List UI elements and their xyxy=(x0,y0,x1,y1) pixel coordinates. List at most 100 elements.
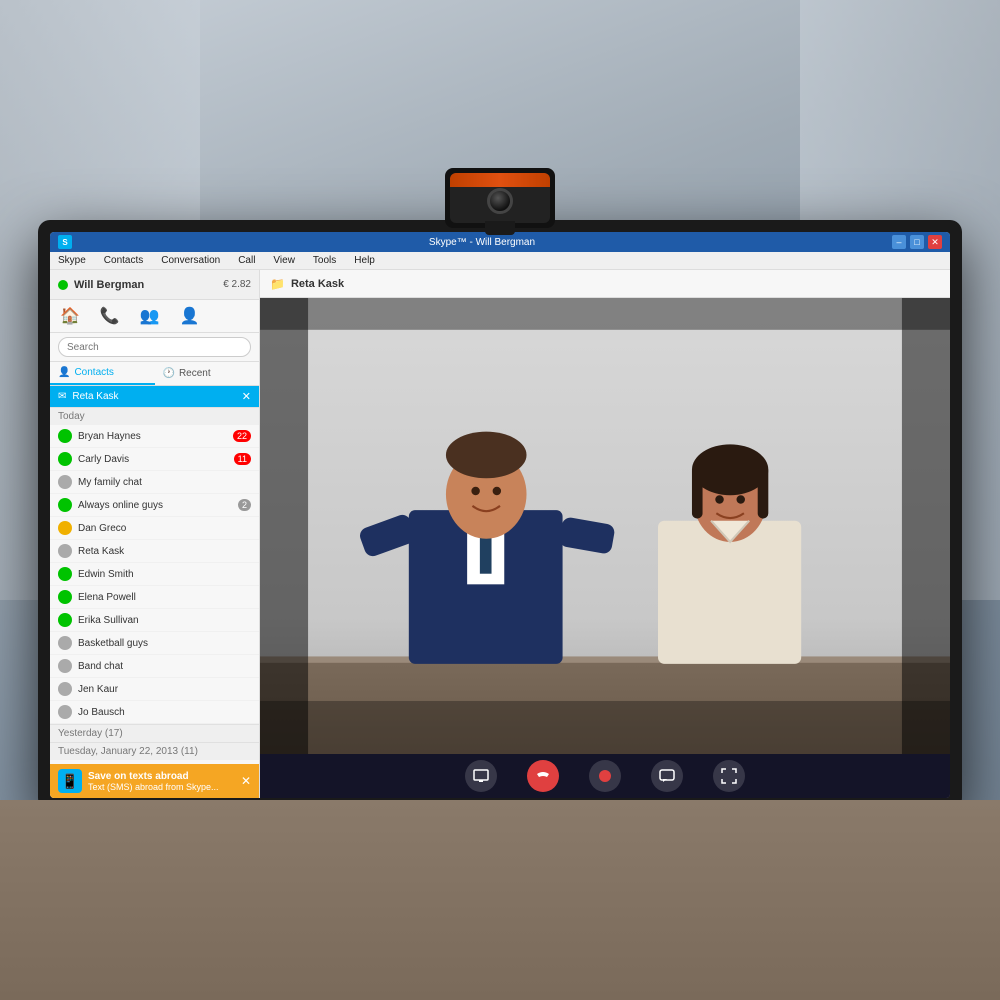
section-yesterday: Yesterday (17) xyxy=(50,724,259,742)
video-scene xyxy=(260,298,950,754)
contact-name-reta-kask: Reta Kask xyxy=(78,546,124,557)
contact-name-bryan-haynes: Bryan Haynes xyxy=(78,431,141,442)
menu-skype[interactable]: Skype xyxy=(54,253,90,268)
notif-text: Save on texts abroad Text (SMS) abroad f… xyxy=(88,771,235,792)
record-dot xyxy=(599,770,611,782)
contact-basketball-guys[interactable]: Basketball guys xyxy=(50,632,259,655)
webcam-accent xyxy=(450,173,550,187)
tab-recent[interactable]: 🕐 Recent xyxy=(155,362,260,385)
maximize-button[interactable]: □ xyxy=(910,235,924,249)
contact-jen-kaur[interactable]: Jen Kaur xyxy=(50,678,259,701)
tab-contacts[interactable]: 👤 Contacts xyxy=(50,362,155,385)
avatar-erika-sullivan xyxy=(58,613,72,627)
contact-band-chat[interactable]: Band chat xyxy=(50,655,259,678)
contact-elena-powell[interactable]: Elena Powell xyxy=(50,586,259,609)
avatar-family-chat xyxy=(58,475,72,489)
contact-dan-greco[interactable]: Dan Greco xyxy=(50,517,259,540)
contacts-icon: 👤 xyxy=(58,367,70,378)
recent-icon: 🕐 xyxy=(163,368,175,379)
tab-recent-label: Recent xyxy=(179,368,211,379)
contact-carly-davis[interactable]: Carly Davis 11 xyxy=(50,448,259,471)
deselect-contact-button[interactable]: ✕ xyxy=(242,390,251,403)
nav-contacts-icon[interactable]: 👥 xyxy=(140,306,160,326)
notif-subtitle: Text (SMS) abroad from Skype... xyxy=(88,782,235,792)
title-bar: S Skype™ - Will Bergman – □ ✕ xyxy=(50,232,950,252)
avatar-dan-greco xyxy=(58,521,72,535)
video-header: 📁 Reta Kask xyxy=(260,270,950,298)
section-today: Today xyxy=(50,407,259,425)
badge-bryan-haynes: 22 xyxy=(233,430,251,442)
contact-name-jo-bausch: Jo Bausch xyxy=(78,707,125,718)
webcam xyxy=(445,168,555,228)
contact-name-edwin-smith: Edwin Smith xyxy=(78,569,134,580)
avatar-jen-kaur xyxy=(58,682,72,696)
video-panel: 📁 Reta Kask xyxy=(260,270,950,798)
search-input[interactable] xyxy=(58,337,251,357)
contact-edwin-smith[interactable]: Edwin Smith xyxy=(50,563,259,586)
user-credit: € 2.82 xyxy=(223,279,251,290)
end-call-button[interactable] xyxy=(527,760,559,792)
video-contact-name: Reta Kask xyxy=(291,278,344,290)
contact-reta-kask[interactable]: Reta Kask xyxy=(50,540,259,563)
avatar-edwin-smith xyxy=(58,567,72,581)
contact-name-jen-kaur: Jen Kaur xyxy=(78,684,118,695)
webcam-clip xyxy=(485,221,515,235)
skype-window: S Skype™ - Will Bergman – □ ✕ Skype Cont… xyxy=(50,232,950,798)
notif-close-button[interactable]: ✕ xyxy=(241,774,251,788)
record-button[interactable] xyxy=(589,760,621,792)
webcam-lens xyxy=(487,188,513,214)
contact-name-band-chat: Band chat xyxy=(78,661,123,672)
contact-name-always-online: Always online guys xyxy=(78,500,163,511)
notif-title: Save on texts abroad xyxy=(88,771,235,782)
video-controls xyxy=(260,754,950,798)
title-bar-controls: – □ ✕ xyxy=(892,235,942,249)
message-button[interactable] xyxy=(651,760,683,792)
avatar-carly-davis xyxy=(58,452,72,466)
screen-share-button[interactable] xyxy=(465,760,497,792)
contact-list: ✉ Reta Kask ✕ Today Bryan Haynes 22 xyxy=(50,386,259,764)
contact-family-chat[interactable]: My family chat xyxy=(50,471,259,494)
notification-banner[interactable]: 📱 Save on texts abroad Text (SMS) abroad… xyxy=(50,764,259,798)
selected-contact-name: Reta Kask xyxy=(72,391,118,402)
contact-erika-sullivan[interactable]: Erika Sullivan xyxy=(50,609,259,632)
notif-sms-icon: 📱 xyxy=(58,769,82,793)
section-tuesday: Tuesday, January 22, 2013 (11) xyxy=(50,742,259,760)
contact-jo-bausch[interactable]: Jo Bausch xyxy=(50,701,259,724)
badge-carly-davis: 11 xyxy=(234,453,251,465)
menu-conversation[interactable]: Conversation xyxy=(157,253,224,268)
contact-name-dan-greco: Dan Greco xyxy=(78,523,126,534)
nav-icons: 🏠 📞 👥 👤 xyxy=(50,300,259,333)
nav-add-contact-icon[interactable]: 👤 xyxy=(180,306,200,326)
nav-home-icon[interactable]: 🏠 xyxy=(60,306,80,326)
close-button[interactable]: ✕ xyxy=(928,235,942,249)
avatar-basketball-guys xyxy=(58,636,72,650)
selected-contact-row[interactable]: ✉ Reta Kask ✕ xyxy=(50,386,259,407)
user-header: Will Bergman € 2.82 xyxy=(50,270,259,300)
selected-contact-icon: ✉ xyxy=(58,391,66,402)
tab-contacts-label: Contacts xyxy=(74,367,113,378)
menu-contacts[interactable]: Contacts xyxy=(100,253,147,268)
title-bar-title: Skype™ - Will Bergman xyxy=(72,237,892,248)
contact-always-online[interactable]: Always online guys 2 xyxy=(50,494,259,517)
skype-icon: S xyxy=(58,235,72,249)
user-status-dot xyxy=(58,280,68,290)
avatar-reta-kask xyxy=(58,544,72,558)
badge-always-online: 2 xyxy=(238,499,251,511)
contacts-tabs: 👤 Contacts 🕐 Recent xyxy=(50,362,259,386)
menu-view[interactable]: View xyxy=(269,253,299,268)
nav-call-icon[interactable]: 📞 xyxy=(100,306,120,326)
video-area xyxy=(260,298,950,754)
menu-call[interactable]: Call xyxy=(234,253,259,268)
minimize-button[interactable]: – xyxy=(892,235,906,249)
menu-tools[interactable]: Tools xyxy=(309,253,340,268)
avatar-band-chat xyxy=(58,659,72,673)
contact-bryan-haynes[interactable]: Bryan Haynes 22 xyxy=(50,425,259,448)
main-content: Will Bergman € 2.82 🏠 📞 👥 👤 xyxy=(50,270,950,798)
contact-name-erika-sullivan: Erika Sullivan xyxy=(78,615,139,626)
search-bar xyxy=(50,333,259,362)
avatar-elena-powell xyxy=(58,590,72,604)
expand-button[interactable] xyxy=(713,760,745,792)
menu-help[interactable]: Help xyxy=(350,253,379,268)
contact-name-elena-powell: Elena Powell xyxy=(78,592,136,603)
contact-name-basketball-guys: Basketball guys xyxy=(78,638,148,649)
